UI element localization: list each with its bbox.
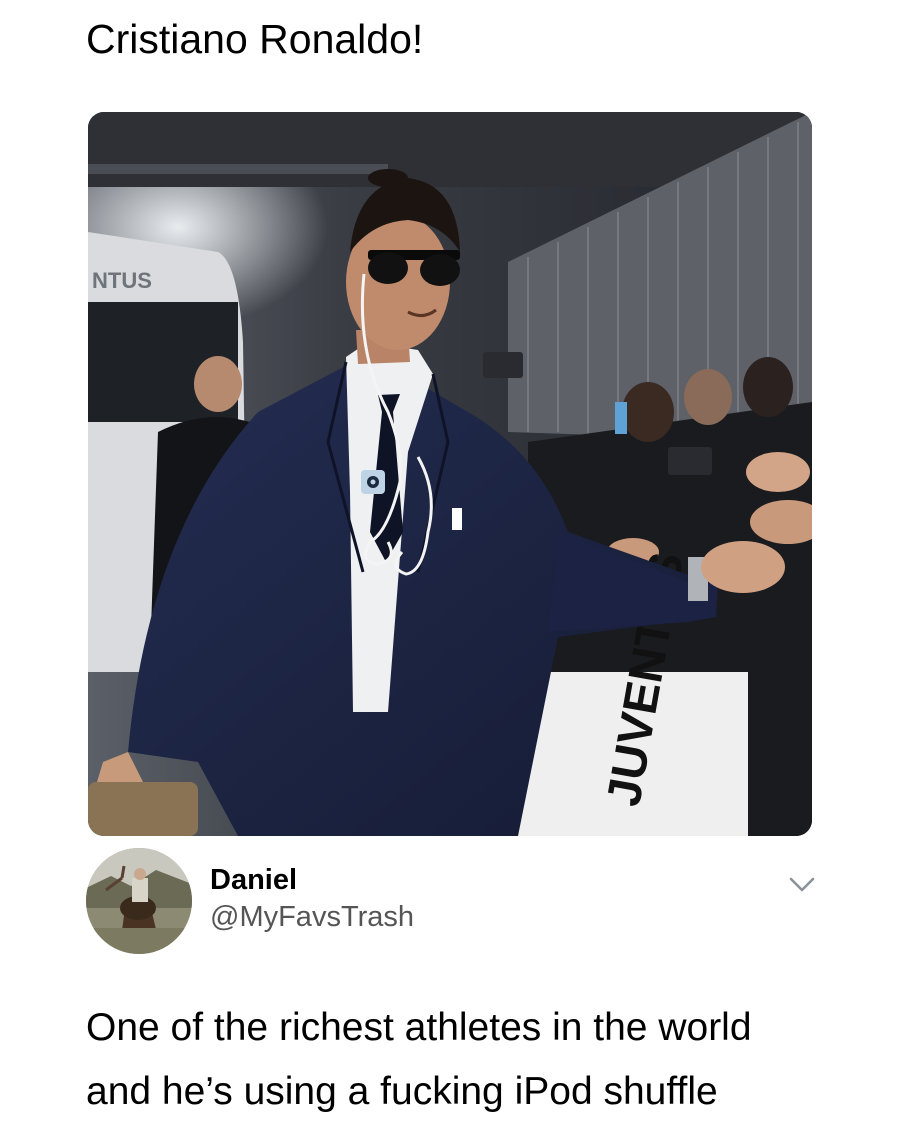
post-photo[interactable]: NTUS JUVENTUS [88, 112, 812, 836]
avatar-image [86, 848, 192, 954]
tweet-text-line-1: One of the richest athletes in the world [86, 1006, 752, 1049]
tweet-text: One of the richest athletes in the world… [86, 996, 826, 1124]
post-caption: Cristiano Ronaldo! [86, 16, 424, 62]
author-handle[interactable]: @MyFavsTrash [210, 899, 414, 935]
photo-illustration: NTUS JUVENTUS [88, 112, 812, 836]
bus-sign: NTUS [92, 268, 152, 293]
chevron-down-icon[interactable] [788, 876, 816, 894]
user-avatar[interactable] [86, 848, 192, 954]
tweet-text-line-2: and he’s using a fucking iPod shuffle [86, 1070, 718, 1113]
tweet-author: Daniel @MyFavsTrash [86, 848, 816, 954]
author-name[interactable]: Daniel [210, 862, 297, 898]
